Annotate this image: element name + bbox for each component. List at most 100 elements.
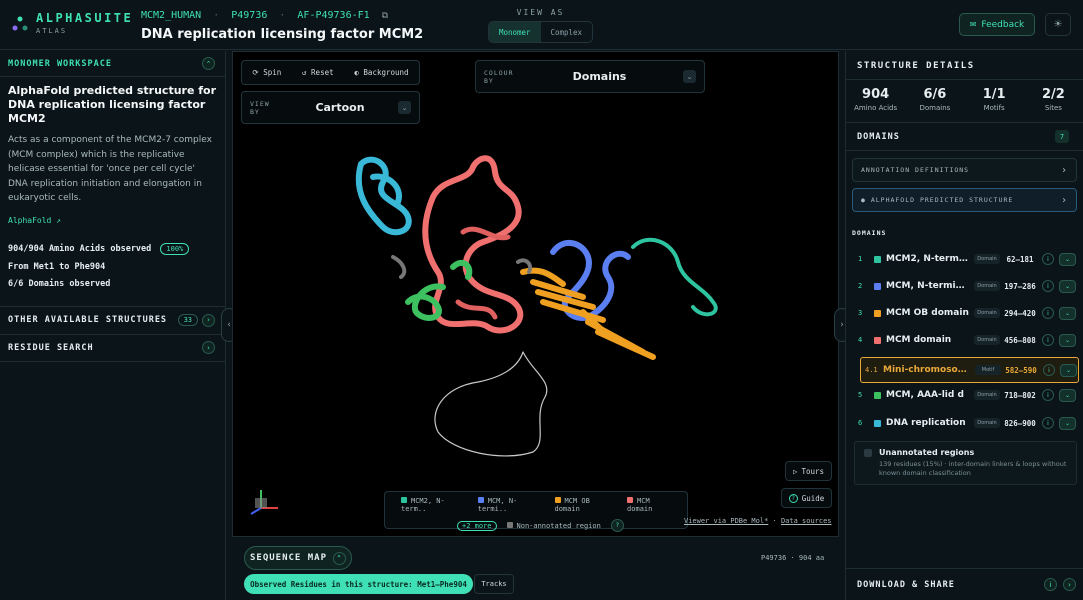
chevron-right-icon[interactable]: › xyxy=(202,341,215,354)
legend-more-button[interactable]: +2 more xyxy=(457,520,497,531)
domain-range: 582–590 xyxy=(1005,365,1037,375)
domain-number: 4 xyxy=(858,336,863,344)
domain-name: MCM domain xyxy=(886,335,952,345)
workspace-title: MONOMER WORKSPACE xyxy=(8,58,112,69)
view-as-complex[interactable]: Complex xyxy=(541,22,593,42)
info-icon[interactable]: i xyxy=(1044,578,1057,591)
workspace-description: Acts as a component of the MCM2-7 comple… xyxy=(8,135,212,203)
domain-type-badge: Domain xyxy=(974,335,1000,345)
info-icon[interactable]: i xyxy=(1042,280,1054,292)
info-icon[interactable]: i xyxy=(1042,389,1054,401)
info-icon[interactable]: i xyxy=(1042,334,1054,346)
chevron-right-icon[interactable]: › xyxy=(1063,578,1076,591)
other-structures-count: 33 xyxy=(177,314,198,326)
chevron-up-icon[interactable]: ⌃ xyxy=(202,57,215,70)
domain-name: DNA replication xyxy=(886,418,966,428)
help-icon[interactable]: ? xyxy=(610,519,624,532)
motif-row[interactable]: 4.1 Mini-chromosome Motif 582–590 i ⌄ xyxy=(860,357,1079,383)
chevron-right-icon: › xyxy=(1060,194,1068,206)
info-icon[interactable]: i xyxy=(1042,253,1054,265)
chevron-down-icon[interactable]: ⌄ xyxy=(1059,416,1076,430)
chevron-down-icon[interactable]: ⌄ xyxy=(1059,306,1076,320)
chevron-down-icon[interactable]: ⌄ xyxy=(1060,363,1077,377)
info-icon[interactable]: i xyxy=(1042,307,1054,319)
chevron-down-icon[interactable]: ⌄ xyxy=(1059,252,1076,266)
colour-legend: MCM2, N-term.. MCM, N-termi.. MCM OB domai… xyxy=(384,491,688,532)
chevron-right-icon: › xyxy=(840,320,844,330)
protein-structure-render[interactable] xyxy=(233,52,840,538)
info-icon[interactable]: i xyxy=(1043,364,1055,376)
view-as-label: VIEW AS xyxy=(516,8,565,17)
domain-row[interactable]: 2 MCM, N-terminal Domain 197–286 i ⌄ xyxy=(858,275,1078,297)
domain-name: MCM, AAA-lid d xyxy=(886,390,964,400)
breadcrumb-entry[interactable]: MCM2_HUMAN xyxy=(141,10,201,21)
legend-item: MCM2, N-term.. xyxy=(401,497,470,513)
tracks-button[interactable]: Tracks xyxy=(474,574,514,594)
observed-residues-button[interactable]: Observed Residues in this structure: Met… xyxy=(244,574,473,594)
domain-type-badge: Domain xyxy=(974,254,1000,264)
sequence-map-title: SEQUENCE MAP xyxy=(249,553,328,563)
domain-mcm-ob xyxy=(520,267,656,360)
domain-range: 456–808 xyxy=(1004,335,1036,345)
stat-value: 2/2 xyxy=(1041,87,1065,102)
breadcrumb-model[interactable]: AF-P49736-F1 xyxy=(297,10,369,21)
breadcrumb-accession[interactable]: P49736 xyxy=(231,10,267,21)
domain-number: 1 xyxy=(858,255,863,263)
domain-row[interactable]: 6 DNA replication Domain 826–900 i ⌄ xyxy=(858,412,1078,434)
domain-type-badge: Domain xyxy=(974,308,1000,318)
domains-observed: 6/6 Domains observed xyxy=(8,278,111,289)
domain-range: 197–286 xyxy=(1004,281,1036,291)
unannotated-checkbox[interactable] xyxy=(864,449,872,457)
breadcrumb: MCM2_HUMAN · P49736 · AF-P49736-F1 ⧉ xyxy=(141,10,388,21)
guide-button[interactable]: ? Guide xyxy=(781,488,832,508)
stat-value: 1/1 xyxy=(982,87,1006,102)
domain-row[interactable]: 4 MCM domain Domain 456–808 i ⌄ xyxy=(858,329,1078,351)
other-structures-row[interactable]: OTHER AVAILABLE STRUCTURES 33 › xyxy=(0,305,225,334)
copy-icon[interactable]: ⧉ xyxy=(382,11,388,21)
domain-type-badge: Domain xyxy=(974,390,1000,400)
chevron-down-icon[interactable]: ⌄ xyxy=(1059,279,1076,293)
domain-name: MCM, N-terminal xyxy=(886,281,970,291)
legend-swatch xyxy=(401,497,407,503)
chevron-down-icon[interactable]: ⌄ xyxy=(1059,333,1076,347)
chevron-left-icon: ‹ xyxy=(227,320,231,330)
brand-logo[interactable]: ALPHASUITE ATLAS xyxy=(12,12,133,35)
data-sources-link[interactable]: Data sources xyxy=(781,517,832,525)
right-panel: STRUCTURE DETAILS 904 Amino Acids 6/6 Dom… xyxy=(845,51,1083,600)
download-share-row[interactable]: DOWNLOAD & SHARE i › xyxy=(846,568,1083,600)
alphafold-link[interactable]: AlphaFold ↗ xyxy=(8,216,217,225)
legend-swatch xyxy=(627,497,634,503)
domain-number: 4.1 xyxy=(865,366,878,374)
feedback-button[interactable]: ✉ Feedback xyxy=(959,13,1035,36)
breadcrumb-separator: · xyxy=(213,10,220,21)
domain-number: 2 xyxy=(858,282,863,290)
theme-toggle-button[interactable]: ☀ xyxy=(1045,13,1071,36)
domain-row[interactable]: 5 MCM, AAA-lid d Domain 718–802 i ⌄ xyxy=(858,384,1078,406)
chevron-right-icon[interactable]: › xyxy=(202,313,215,327)
legend-item: MCM, N-termi.. xyxy=(477,497,547,513)
domains-header[interactable]: DOMAINS 7 xyxy=(846,123,1083,151)
domain-swatch xyxy=(874,419,881,427)
monomer-workspace-header[interactable]: MONOMER WORKSPACE ⌃ xyxy=(0,51,225,77)
domain-row[interactable]: 3 MCM OB domain Domain 294–420 i ⌄ xyxy=(858,302,1078,324)
residue-search-row[interactable]: RESIDUE SEARCH › xyxy=(0,333,225,362)
chevron-down-icon[interactable]: ⌄ xyxy=(1059,388,1076,402)
other-structures-title: OTHER AVAILABLE STRUCTURES xyxy=(8,315,168,325)
view-as-toggle: VIEW AS Monomer Complex xyxy=(488,8,593,43)
legend-swatch xyxy=(477,497,484,503)
axis-gizmo xyxy=(250,490,278,515)
alphafold-predicted-structure-button[interactable]: ● ALPHAFOLD PREDICTED STRUCTURE › xyxy=(852,188,1077,212)
annotation-definitions-button[interactable]: ANNOTATION DEFINITIONS › xyxy=(852,158,1077,182)
tours-button[interactable]: ▷ Tours xyxy=(785,461,832,481)
unannotated-regions-card[interactable]: Unannotated regions 139 residues (15%) ·… xyxy=(854,441,1077,485)
residue-search-title: RESIDUE SEARCH xyxy=(8,342,94,353)
info-icon[interactable]: i xyxy=(1042,417,1054,429)
sequence-map-toggle[interactable]: SEQUENCE MAP ⌃ xyxy=(244,546,352,570)
structure-viewer[interactable]: ⟳ Spin ↺ Reset ◐ Background VIEW BY Cart… xyxy=(232,51,839,537)
view-as-monomer[interactable]: Monomer xyxy=(489,22,541,42)
top-header: ALPHASUITE ATLAS MCM2_HUMAN · P49736 · A… xyxy=(0,0,1083,50)
legend-items: MCM2, N-term.. MCM, N-termi.. MCM OB domai… xyxy=(385,492,687,513)
message-icon: ✉ xyxy=(969,20,977,29)
molstar-link[interactable]: Viewer via PDBe Mol* xyxy=(684,517,768,525)
domain-row[interactable]: 1 MCM2, N-terminal Domain 62–181 i ⌄ xyxy=(858,248,1078,270)
